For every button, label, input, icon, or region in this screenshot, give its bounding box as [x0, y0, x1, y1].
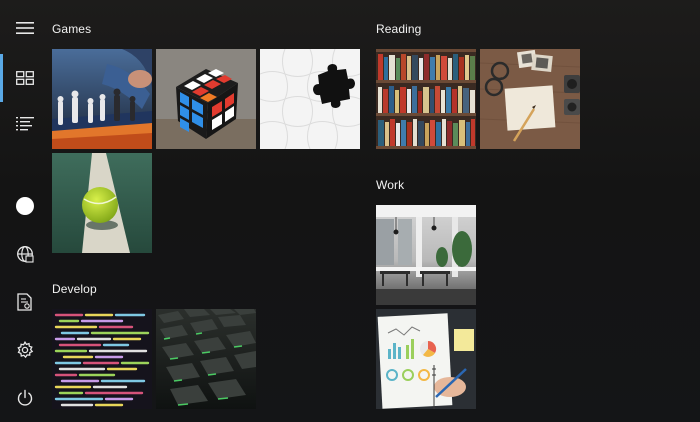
gear-icon	[17, 341, 34, 359]
jigsaw-puzzle-image	[260, 49, 360, 149]
tile-chess[interactable]	[52, 49, 152, 149]
backlit-keyboard-image	[156, 309, 256, 409]
settings-button[interactable]	[0, 330, 50, 370]
open-office-image	[376, 205, 476, 305]
group-title-reading: Reading	[376, 22, 422, 36]
bookshelf-image	[376, 49, 476, 149]
group-title-develop: Develop	[52, 282, 97, 296]
power-button[interactable]	[0, 378, 50, 418]
network-button[interactable]	[0, 234, 50, 274]
group-title-work: Work	[376, 178, 405, 192]
notebook-desk-image	[480, 49, 580, 149]
tennis-ball-image	[52, 153, 152, 253]
tiles-icon	[16, 71, 34, 85]
documents-icon	[17, 293, 32, 311]
hamburger-icon	[16, 22, 34, 34]
rubiks-cube-image	[156, 49, 256, 149]
tile-bookshelf[interactable]	[376, 49, 476, 149]
navigation-rail	[0, 0, 50, 422]
list-view-button[interactable]	[0, 104, 50, 144]
list-icon	[16, 117, 34, 131]
documents-button[interactable]	[0, 282, 50, 322]
source-code-image	[52, 309, 152, 409]
tile-backlit-keyboard[interactable]	[156, 309, 256, 409]
tile-open-office[interactable]	[376, 205, 476, 305]
globe-icon	[17, 246, 34, 263]
chess-board-image	[52, 49, 152, 149]
tile-tennis-ball[interactable]	[52, 153, 152, 253]
user-account-button[interactable]	[0, 186, 50, 226]
tiles-view-button[interactable]	[0, 52, 50, 104]
group-title-games: Games	[52, 22, 92, 36]
tile-notebook-desk[interactable]	[480, 49, 580, 149]
hamburger-menu-button[interactable]	[0, 8, 50, 48]
charts-paperwork-image	[376, 309, 476, 409]
user-avatar-icon	[16, 197, 34, 215]
tile-charts-paperwork[interactable]	[376, 309, 476, 409]
tile-jigsaw-puzzle[interactable]	[260, 49, 360, 149]
tile-source-code[interactable]	[52, 309, 152, 409]
power-icon	[17, 389, 33, 406]
tile-rubiks-cube[interactable]	[156, 49, 256, 149]
